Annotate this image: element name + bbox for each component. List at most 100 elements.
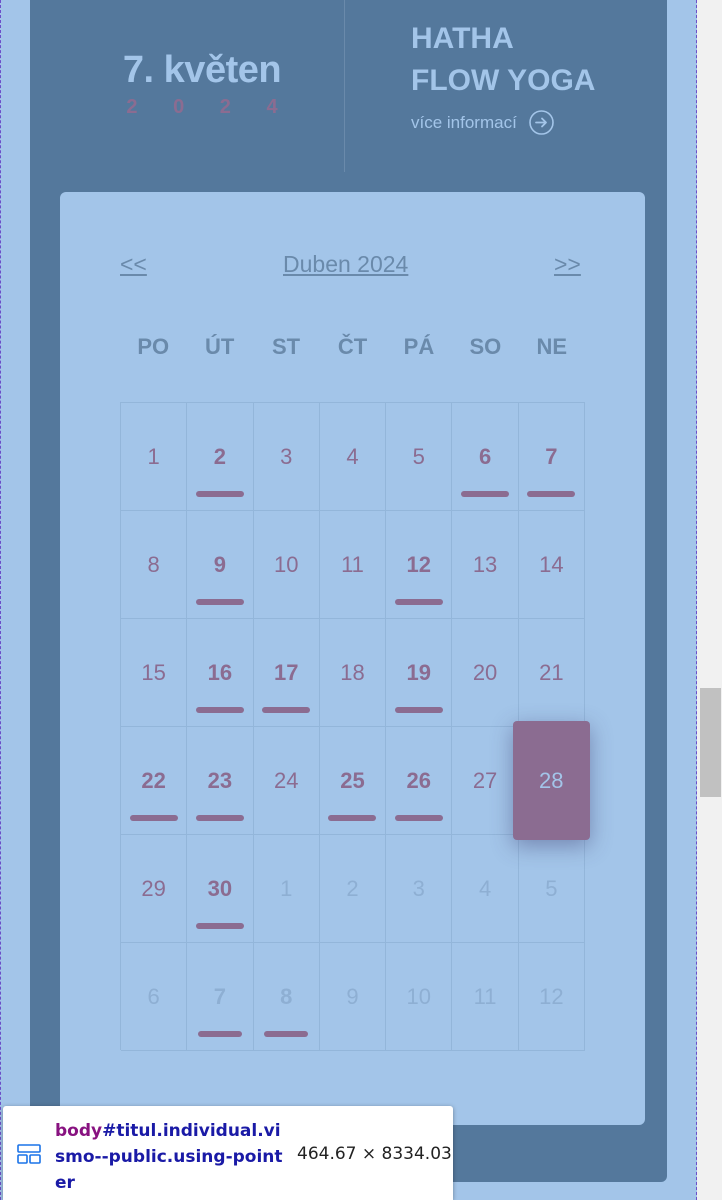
calendar-day: 10 bbox=[253, 511, 320, 619]
more-info-label: více informací bbox=[411, 112, 517, 132]
calendar-day: 8 bbox=[121, 511, 188, 619]
day-number: 30 bbox=[207, 876, 233, 901]
day-number: 28 bbox=[538, 767, 564, 793]
day-number: 6 bbox=[147, 984, 160, 1009]
event-day-month: 7. květen bbox=[122, 49, 282, 91]
selector-tag: body bbox=[55, 1121, 103, 1141]
calendar-day: 6 bbox=[121, 943, 188, 1051]
day-number: 5 bbox=[412, 444, 425, 469]
weekday-mon: PO bbox=[137, 334, 170, 359]
event-indicator bbox=[264, 1031, 309, 1037]
day-number: 5 bbox=[545, 876, 558, 901]
calendar-day[interactable]: 2 bbox=[187, 403, 254, 511]
more-info-link[interactable]: více informací bbox=[411, 110, 554, 135]
event-title[interactable]: HATHA FLOW YOGA bbox=[411, 18, 651, 102]
day-number: 13 bbox=[472, 552, 498, 577]
weekday-tue: ÚT bbox=[204, 334, 235, 359]
day-number: 15 bbox=[141, 660, 166, 685]
event-indicator bbox=[195, 491, 244, 497]
calendar-day: 4 bbox=[319, 403, 387, 511]
calendar-day: 15 bbox=[121, 619, 188, 727]
day-number: 19 bbox=[406, 660, 432, 685]
day-number: 11 bbox=[473, 984, 497, 1009]
event-indicator bbox=[394, 815, 443, 821]
circle-arrow-right-icon bbox=[529, 110, 554, 135]
calendar-day: 3 bbox=[386, 835, 453, 943]
calendar-day: 29 bbox=[121, 835, 188, 943]
calendar-day: 4 bbox=[452, 835, 519, 943]
calendar-day: 12 bbox=[518, 943, 585, 1051]
calendar-day[interactable]: 23 bbox=[187, 727, 254, 835]
event-indicator bbox=[195, 599, 244, 605]
day-number: 2 bbox=[346, 876, 359, 901]
weekday-thu: ČT bbox=[337, 334, 368, 359]
day-number: 10 bbox=[406, 984, 432, 1009]
weekday-sun: NE bbox=[536, 334, 568, 359]
calendar-day[interactable]: 25 bbox=[319, 727, 387, 835]
day-number: 1 bbox=[147, 444, 160, 469]
event-indicator bbox=[394, 599, 443, 605]
calendar-day[interactable]: 7 bbox=[518, 403, 585, 511]
event-date: 7. květen 2 0 2 4 bbox=[30, 46, 374, 119]
next-month-button[interactable]: >> bbox=[554, 244, 581, 284]
day-number: 14 bbox=[539, 552, 564, 577]
event-title-line2: FLOW YOGA bbox=[411, 64, 596, 97]
day-number: 4 bbox=[346, 444, 359, 469]
event-indicator bbox=[197, 1031, 242, 1037]
event-indicator bbox=[394, 707, 443, 713]
current-month-link[interactable]: Duben 2024 bbox=[283, 244, 408, 284]
calendar-day[interactable]: 17 bbox=[253, 619, 320, 727]
day-number: 25 bbox=[340, 768, 365, 793]
day-number: 16 bbox=[207, 660, 233, 685]
day-number: 27 bbox=[472, 768, 498, 793]
day-number: 8 bbox=[280, 984, 293, 1009]
today-highlight[interactable]: 28 bbox=[512, 721, 590, 840]
calendar-day[interactable]: 9 bbox=[187, 511, 254, 619]
day-number: 6 bbox=[478, 444, 492, 469]
calendar-day: 11 bbox=[319, 511, 387, 619]
calendar-day: 14 bbox=[518, 511, 585, 619]
event-title-line1: HATHA bbox=[411, 22, 514, 55]
calendar-day[interactable]: 8 bbox=[253, 943, 320, 1051]
event-indicator bbox=[195, 923, 244, 929]
calendar-day[interactable]: 30 bbox=[187, 835, 254, 943]
day-grid: 1 2 3 4 5 6 7 8 9 10 11 12 13 14 15 16 17 18 19 20 21 22 23 24 2… bbox=[120, 402, 590, 1051]
calendar: << Duben 2024 >> PO ÚT ST ČT PÁ SO NE 12… bbox=[60, 192, 645, 1125]
calendar-day: 27 bbox=[452, 727, 519, 835]
calendar-day: 10 bbox=[386, 943, 453, 1051]
event-indicator bbox=[195, 815, 244, 821]
scrollbar-thumb[interactable] bbox=[700, 688, 721, 797]
calendar-day[interactable]: 6 bbox=[452, 403, 519, 511]
calendar-day-today[interactable]: 28 bbox=[512, 721, 590, 840]
day-number: 1 bbox=[280, 876, 293, 901]
day-number: 3 bbox=[412, 876, 425, 901]
calendar-day: 18 bbox=[319, 619, 387, 727]
day-number: 29 bbox=[141, 876, 166, 901]
devtools-inspector-tooltip: body#titul.individual.vismo--public.usin… bbox=[3, 1106, 453, 1200]
calendar-day[interactable]: 7 bbox=[187, 943, 254, 1051]
calendar-day: 11 bbox=[452, 943, 519, 1051]
calendar-day: 5 bbox=[386, 403, 453, 511]
day-number: 9 bbox=[213, 552, 227, 577]
calendar-day[interactable]: 19 bbox=[386, 619, 453, 727]
calendar-day: 9 bbox=[319, 943, 387, 1051]
prev-month-button[interactable]: << bbox=[120, 244, 147, 284]
day-number: 23 bbox=[207, 768, 233, 793]
scrollbar-track[interactable] bbox=[699, 0, 722, 1200]
day-number: 17 bbox=[273, 660, 299, 685]
element-selector: body#titul.individual.vismo--public.usin… bbox=[55, 1118, 290, 1196]
day-number: 26 bbox=[406, 768, 432, 793]
day-number: 24 bbox=[273, 768, 299, 793]
calendar-day[interactable]: 16 bbox=[187, 619, 254, 727]
calendar-day[interactable]: 22 bbox=[121, 727, 188, 835]
layout-grid-icon bbox=[17, 1144, 41, 1164]
calendar-day: 20 bbox=[452, 619, 519, 727]
event-indicator bbox=[527, 491, 576, 497]
calendar-day[interactable]: 12 bbox=[386, 511, 453, 619]
weekday-sat: SO bbox=[469, 334, 502, 359]
weekday-fri: PÁ bbox=[403, 334, 435, 359]
day-number: 11 bbox=[341, 552, 364, 577]
calendar-day[interactable]: 26 bbox=[386, 727, 453, 835]
day-number: 4 bbox=[478, 876, 492, 901]
day-number: 22 bbox=[141, 768, 166, 793]
